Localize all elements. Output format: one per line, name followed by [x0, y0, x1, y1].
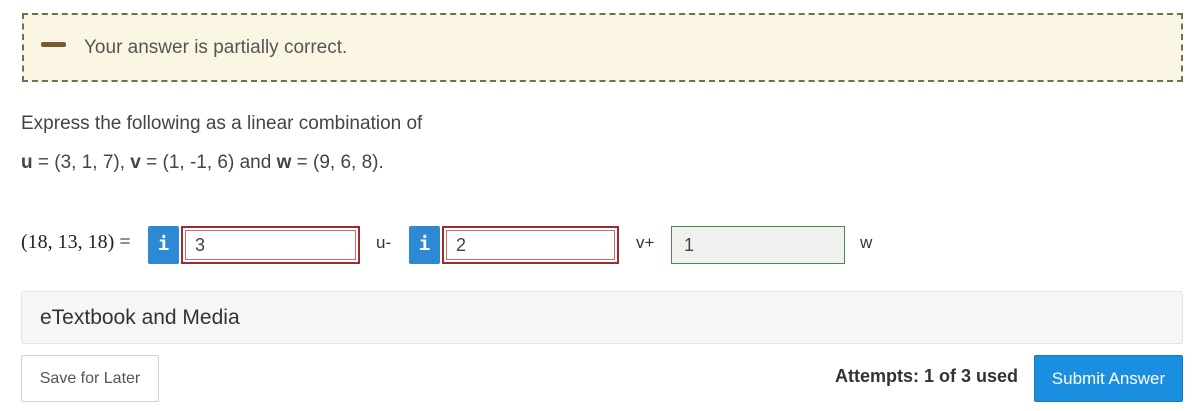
save-for-later-button[interactable]: Save for Later — [21, 355, 159, 402]
submit-answer-button[interactable]: Submit Answer — [1034, 355, 1183, 402]
info-button-v[interactable]: i — [409, 226, 440, 264]
question-prompt: Express the following as a linear combin… — [21, 113, 423, 134]
answer-input-u[interactable]: 3 — [181, 226, 360, 264]
etextbook-and-media-panel[interactable]: eTextbook and Media — [21, 291, 1183, 344]
answer-input-v[interactable]: 2 — [442, 226, 619, 264]
equation-lhs: (18, 13, 18) = — [21, 231, 131, 253]
feedback-message: Your answer is partially correct. — [84, 37, 348, 58]
info-button-u[interactable]: i — [148, 226, 179, 264]
w-label: w — [276, 152, 292, 173]
answer-input-w[interactable]: 1 — [671, 226, 845, 264]
etextbook-label: eTextbook and Media — [40, 306, 240, 329]
w-value: = (9, 6, 8). — [291, 152, 384, 173]
w-label-trailing: w — [860, 233, 873, 252]
u-label: u — [21, 152, 33, 173]
attempts-counter: Attempts: 1 of 3 used — [835, 366, 1019, 386]
question-vectors: u = (3, 1, 7), v = (1, -1, 6) and w = (9… — [21, 152, 384, 174]
v-operator-label: v+ — [636, 233, 655, 252]
u-value: = (3, 1, 7), — [32, 152, 131, 173]
feedback-banner: Your answer is partially correct. — [22, 13, 1183, 82]
minus-icon — [41, 42, 66, 47]
v-value: = (1, -1, 6) and — [140, 152, 277, 173]
u-operator-label: u- — [376, 233, 392, 252]
v-label: v — [130, 152, 141, 173]
